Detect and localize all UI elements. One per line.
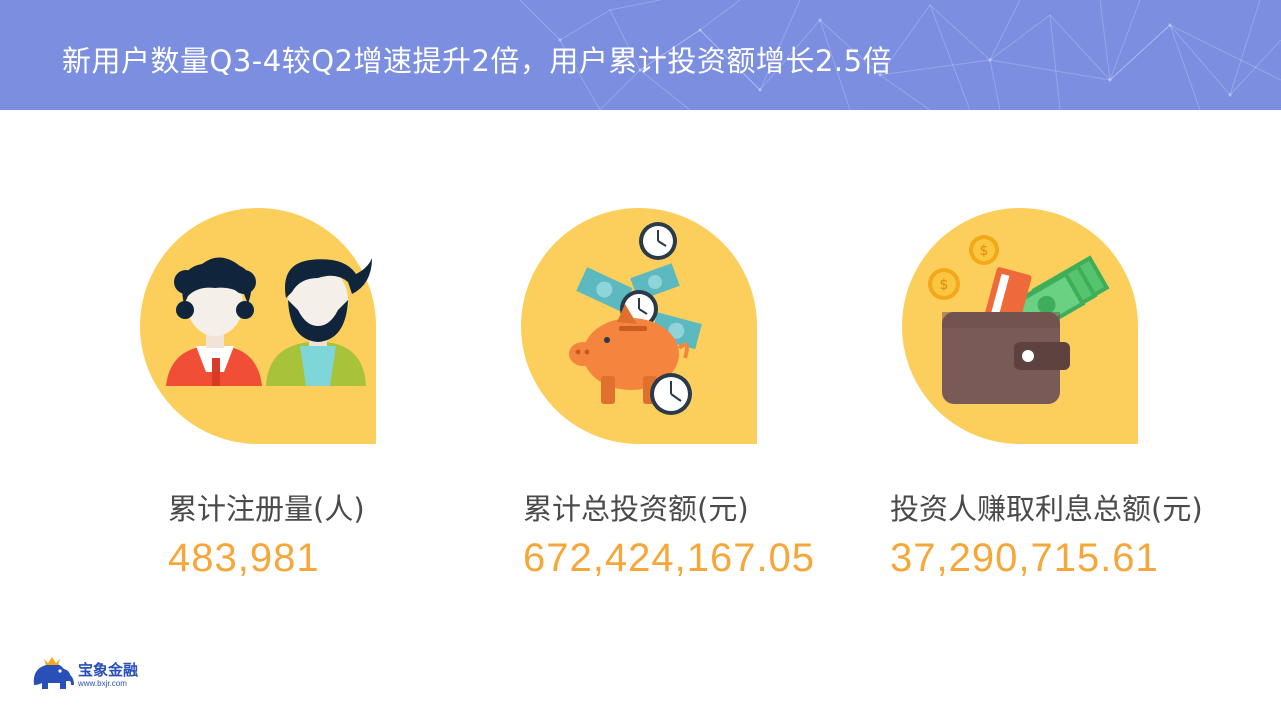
piggy-bank-icon	[521, 208, 761, 448]
stat-value: 37,290,715.61	[890, 536, 1159, 580]
stat-card-investment: 累计总投资额(元) 672,424,167.05	[521, 208, 903, 590]
page-title: 新用户数量Q3-4较Q2增速提升2倍，用户累计投资额增长2.5倍	[62, 44, 893, 78]
logo-name: 宝象金融	[78, 661, 139, 679]
header-banner: 新用户数量Q3-4较Q2增速提升2倍，用户累计投资额增长2.5倍	[0, 0, 1281, 110]
stat-label: 累计注册量(人)	[168, 492, 365, 526]
stat-label: 累计总投资额(元)	[523, 492, 749, 526]
stat-card-registrations: 累计注册量(人) 483,981	[140, 208, 548, 590]
stat-label: 投资人赚取利息总额(元)	[890, 492, 1203, 526]
brand-logo: 宝象金融 www.bxjr.com	[30, 655, 160, 695]
wallet-icon: $ $	[902, 208, 1142, 448]
logo-url: www.bxjr.com	[78, 679, 127, 688]
svg-text:$: $	[980, 243, 989, 259]
stat-value: 483,981	[168, 536, 320, 580]
svg-text:$: $	[940, 277, 949, 293]
stat-value: 672,424,167.05	[523, 536, 816, 580]
stat-card-interest: $ $ 投资人赚取利息总额(元) 37,290,715.61	[890, 208, 1270, 590]
elephant-logo-icon	[33, 657, 74, 689]
users-icon	[140, 208, 380, 448]
